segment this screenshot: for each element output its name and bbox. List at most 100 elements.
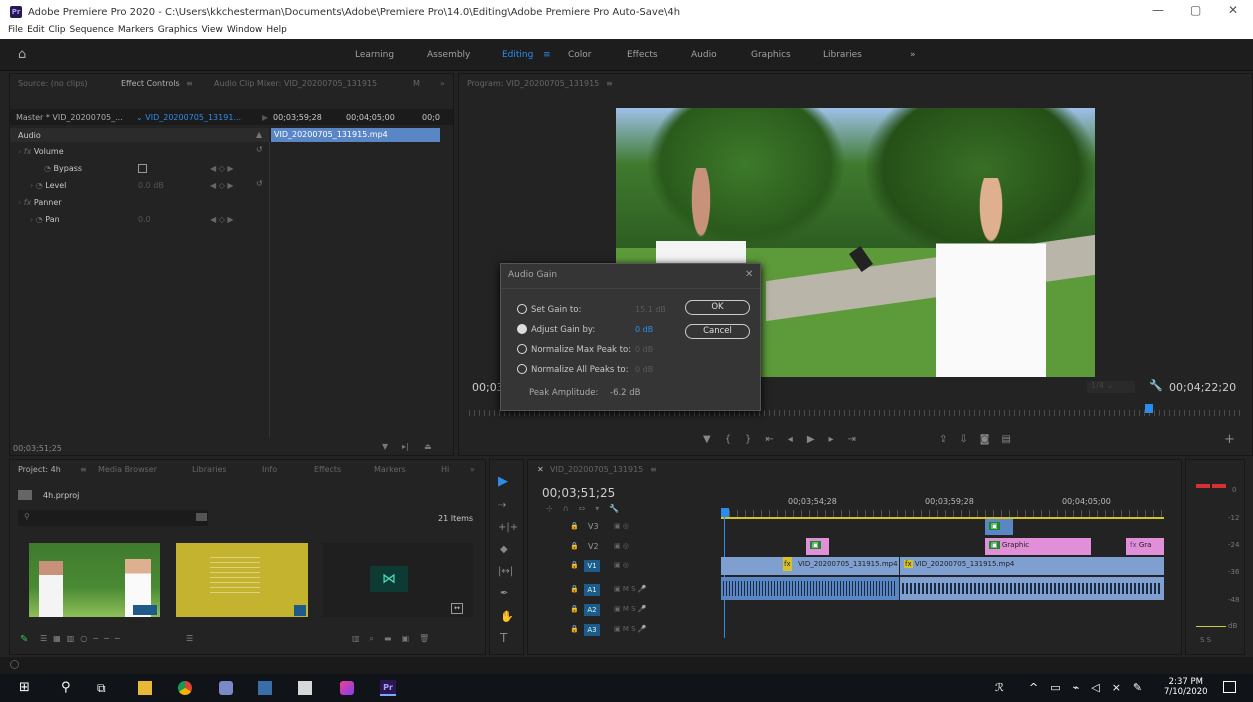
panel-menu-icon[interactable]: ≡ [186, 79, 193, 88]
panel-menu-icon[interactable]: ≡ [650, 465, 657, 474]
tab-effect-controls[interactable]: Effect Controls [121, 79, 180, 88]
track-a1[interactable]: A1 [584, 584, 600, 596]
system-tray-icons[interactable]: ^▭⌁◁×✎ [1029, 681, 1154, 694]
windows-start-icon[interactable]: ⊞ [19, 681, 33, 695]
normalize-all-radio[interactable] [517, 364, 527, 374]
solo-buttons[interactable]: S S [1200, 636, 1211, 644]
track-a2[interactable]: A2 [584, 604, 600, 616]
cancel-button[interactable]: Cancel [685, 324, 750, 339]
pencil-icon[interactable]: ✎ [20, 634, 28, 645]
tab-project[interactable]: Project: 4h [18, 465, 61, 474]
tab-program[interactable]: Program: VID_20200705_131915 [467, 79, 599, 88]
workspace-learning[interactable]: Learning [355, 50, 394, 60]
tab-m[interactable]: M [413, 79, 420, 88]
razor-tool-icon[interactable]: ◆ [500, 544, 508, 555]
search-icon[interactable]: ⚲ [61, 681, 75, 695]
track-v1[interactable]: V1 [584, 560, 600, 572]
level-value[interactable]: 0.0 dB [138, 181, 164, 190]
reset-icon[interactable]: ↺ [256, 145, 263, 154]
transport-controls[interactable]: ▼{}⇤◂▶▸⇥ [703, 434, 870, 445]
add-button-icon[interactable]: + [1224, 432, 1235, 447]
bypass-checkbox[interactable] [138, 164, 147, 173]
clip-dropdown[interactable]: ⌄ VID_20200705_13191... [136, 113, 241, 122]
tab-media-browser[interactable]: Media Browser [98, 465, 157, 474]
new-bin-icon[interactable] [196, 513, 207, 521]
sync-icon[interactable]: ▣ ◎ [614, 522, 629, 530]
paint-icon[interactable] [219, 681, 233, 695]
notifications-icon[interactable] [1223, 681, 1236, 693]
workspace-effects[interactable]: Effects [627, 50, 658, 60]
menu-edit[interactable]: Edit [27, 25, 44, 35]
playhead-icon[interactable] [1145, 404, 1153, 413]
panel-menu-icon[interactable]: ≡ [606, 79, 613, 88]
v3-clip[interactable]: ▣ [985, 519, 1013, 535]
track-select-tool-icon[interactable]: ⇢ [498, 500, 506, 511]
search-input[interactable] [18, 510, 208, 526]
view-mode-icons[interactable]: ☰▦▥○─── [40, 634, 126, 643]
tab-effects[interactable]: Effects [314, 465, 341, 474]
premiere-taskbar-icon[interactable]: Pr [380, 680, 396, 696]
ok-button[interactable]: OK [685, 300, 750, 315]
menu-view[interactable]: View [201, 25, 222, 35]
set-gain-value[interactable]: 15.1 dB [635, 305, 666, 314]
mute-solo-icons[interactable]: ▣ M S 🎤 [614, 585, 647, 593]
scroll-up-icon[interactable]: ▲ [256, 130, 262, 139]
keyframe-nav-icon[interactable]: ◀ ◇ ▶ [210, 215, 234, 224]
normalize-all-value[interactable]: 0 dB [635, 365, 653, 374]
playhead-icon[interactable] [721, 508, 729, 517]
pen-tool-icon[interactable]: ✒ [500, 588, 508, 599]
thumbnail-audio[interactable]: ⋈ ↔ [323, 543, 473, 617]
a1-clip-a[interactable] [721, 577, 899, 600]
tab-audio-clip-mixer[interactable]: Audio Clip Mixer: VID_20200705_131915 [214, 79, 377, 88]
workspace-editing[interactable]: Editing [502, 50, 533, 60]
expand-icon[interactable]: » [440, 79, 445, 88]
task-view-icon[interactable]: ⧉ [97, 681, 111, 695]
tab-libraries[interactable]: Libraries [192, 465, 227, 474]
creative-cloud-icon[interactable] [340, 681, 354, 695]
snip-tool-icon[interactable] [298, 681, 312, 695]
close-sequence-icon[interactable]: ✕ [537, 465, 544, 474]
thumbnail-graphic[interactable] [176, 543, 308, 617]
adjust-gain-radio[interactable] [517, 324, 527, 334]
v2-graphic-clip[interactable]: ▣ Graphic [985, 538, 1091, 555]
chrome-icon[interactable] [178, 681, 192, 695]
play-audio-icon[interactable]: ▸| [402, 442, 409, 451]
minimize-icon[interactable]: — [1152, 3, 1164, 17]
tab-info[interactable]: Info [262, 465, 277, 474]
menu-help[interactable]: Help [266, 25, 287, 35]
work-area-bar[interactable] [721, 517, 1164, 519]
more-workspaces-icon[interactable]: » [910, 50, 916, 60]
close-icon[interactable]: ✕ [745, 269, 753, 280]
sync-icon[interactable]: ▣ ◎ [614, 542, 629, 550]
adjust-gain-value[interactable]: 0 dB [635, 325, 653, 334]
clip-bar[interactable]: VID_20200705_131915.mp4 [271, 128, 440, 142]
mute-solo-icons[interactable]: ▣ M S 🎤 [614, 625, 647, 633]
timeline-tools-icons[interactable]: ⊹∩⇔▾🔧 [546, 504, 629, 513]
menu-markers[interactable]: Markers [118, 25, 154, 35]
keyframe-nav-icon[interactable]: ◀ ◇ ▶ [210, 164, 234, 173]
tab-markers[interactable]: Markers [374, 465, 406, 474]
thumbnail-video-clip[interactable] [29, 543, 160, 617]
menu-file[interactable]: File [8, 25, 23, 35]
tab-source[interactable]: Source: (no clips) [18, 79, 88, 88]
timeline-timecode[interactable]: 00;03;51;25 [542, 486, 615, 500]
mute-solo-icons[interactable]: ▣ M S 🎤 [614, 605, 647, 613]
normalize-max-value[interactable]: 0 dB [635, 345, 653, 354]
menu-clip[interactable]: Clip [49, 25, 66, 35]
v2-graphic-clip-2[interactable]: fx Gra [1126, 538, 1164, 555]
workspace-audio[interactable]: Audio [691, 50, 717, 60]
filter-icon[interactable]: ▼ [382, 442, 388, 451]
track-v2[interactable]: V2 [588, 542, 599, 551]
set-gain-radio[interactable] [517, 304, 527, 314]
project-tools-icons[interactable]: ▥⌕▬▣🗑 [352, 634, 439, 644]
program-timecode-left[interactable]: 00;03 [472, 381, 504, 394]
panel-menu-icon[interactable]: ≡ [80, 465, 87, 474]
workspace-menu-icon[interactable]: ≡ [543, 50, 551, 60]
slip-tool-icon[interactable]: |↔| [498, 566, 513, 577]
people-icon[interactable]: ℛ [995, 681, 1004, 694]
wrench-icon[interactable]: 🔧 [1149, 379, 1163, 392]
export-icon[interactable]: ⏏ [424, 442, 432, 451]
lift-extract-export-icons[interactable]: ⇪⇩◙▤ [939, 434, 1023, 445]
workspace-color[interactable]: Color [568, 50, 592, 60]
sort-icon[interactable]: ☰ [186, 634, 193, 643]
